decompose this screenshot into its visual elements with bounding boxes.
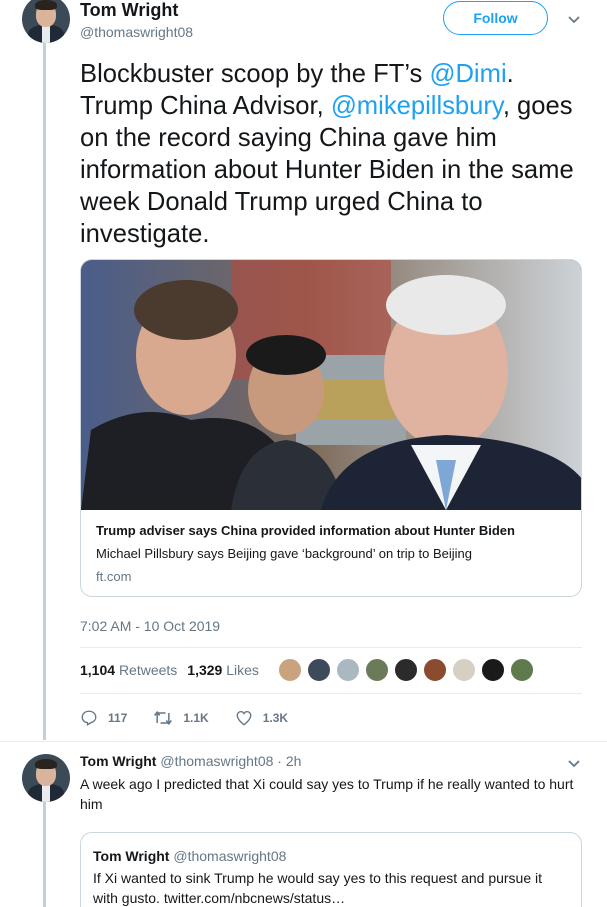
link-card[interactable]: Trump adviser says China provided inform… [80, 259, 582, 597]
mention-link[interactable]: @mikepillsbury [331, 92, 503, 120]
likes-label: Likes [226, 662, 259, 678]
thread-line [43, 40, 46, 740]
liker-avatar[interactable] [452, 658, 476, 682]
quote-header: Tom Wright @thomaswright08 [93, 848, 286, 864]
liker-avatar[interactable] [278, 658, 302, 682]
like-button[interactable]: 1.3K [235, 709, 288, 727]
quote-text: If Xi wanted to sink Trump he would say … [93, 870, 543, 906]
likes-count: 1,329 [187, 662, 223, 678]
like-count: 1.3K [262, 711, 289, 725]
reply-count: 117 [108, 711, 128, 725]
retweets-label: Retweets [118, 662, 178, 678]
reply-header: Tom Wright @thomaswright08 · 2h [80, 753, 301, 769]
reply-avatar[interactable] [22, 754, 70, 802]
divider [80, 647, 582, 648]
card-description: Michael Pillsbury says Beijing gave ‘bac… [96, 546, 472, 561]
liker-avatar[interactable] [394, 658, 418, 682]
follow-button[interactable]: Follow [443, 1, 548, 35]
liker-avatars [278, 658, 534, 682]
author-name[interactable]: Tom Wright [80, 0, 178, 21]
tweet-timestamp[interactable]: 7:02 AM - 10 Oct 2019 [80, 618, 220, 634]
likes-stat[interactable]: 1,329 Likes [187, 662, 259, 678]
quoted-tweet[interactable]: Tom Wright @thomaswright08 If Xi wanted … [80, 832, 582, 907]
divider [80, 693, 582, 694]
engagement-stats: 1,104 Retweets 1,329 Likes [80, 662, 259, 678]
mention-link[interactable]: @Dimi [429, 60, 506, 88]
divider [0, 741, 607, 742]
card-domain: ft.com [96, 569, 132, 584]
retweets-stat[interactable]: 1,104 Retweets [80, 662, 177, 678]
liker-avatar[interactable] [423, 658, 447, 682]
chevron-down-icon[interactable] [568, 760, 580, 768]
card-image[interactable] [81, 260, 581, 510]
tweet-text: Blockbuster scoop by the FT’s @Dimi. Tru… [80, 58, 580, 250]
retweet-button[interactable]: 1.1K [153, 709, 209, 727]
thread-line [43, 800, 46, 907]
reply-time[interactable]: · 2h [277, 753, 301, 769]
tweet-actions: 117 1.1K 1.3K [80, 709, 314, 727]
liker-avatar[interactable] [365, 658, 389, 682]
retweets-count: 1,104 [80, 662, 116, 678]
author-handle[interactable]: @thomaswright08 [80, 24, 193, 40]
retweet-count: 1.1K [183, 711, 209, 725]
reply-author-handle[interactable]: @thomaswright08 [160, 753, 273, 769]
quote-author-handle: @thomaswright08 [173, 848, 287, 864]
reply-button[interactable]: 117 [80, 709, 127, 727]
retweet-icon [154, 710, 173, 726]
reply-author-name[interactable]: Tom Wright [80, 753, 156, 769]
reply-icon [81, 710, 97, 726]
reply-text: A week ago I predicted that Xi could say… [80, 776, 574, 812]
author-avatar[interactable] [22, 0, 70, 43]
liker-avatar[interactable] [336, 658, 360, 682]
chevron-down-icon[interactable] [568, 16, 580, 24]
tweet-text-part: Blockbuster scoop by the FT’s [80, 60, 430, 88]
card-title[interactable]: Trump adviser says China provided inform… [96, 523, 515, 538]
heart-icon [236, 710, 252, 726]
quote-author-name: Tom Wright [93, 848, 170, 864]
liker-avatar[interactable] [481, 658, 505, 682]
liker-avatar[interactable] [307, 658, 331, 682]
liker-avatar[interactable] [510, 658, 534, 682]
